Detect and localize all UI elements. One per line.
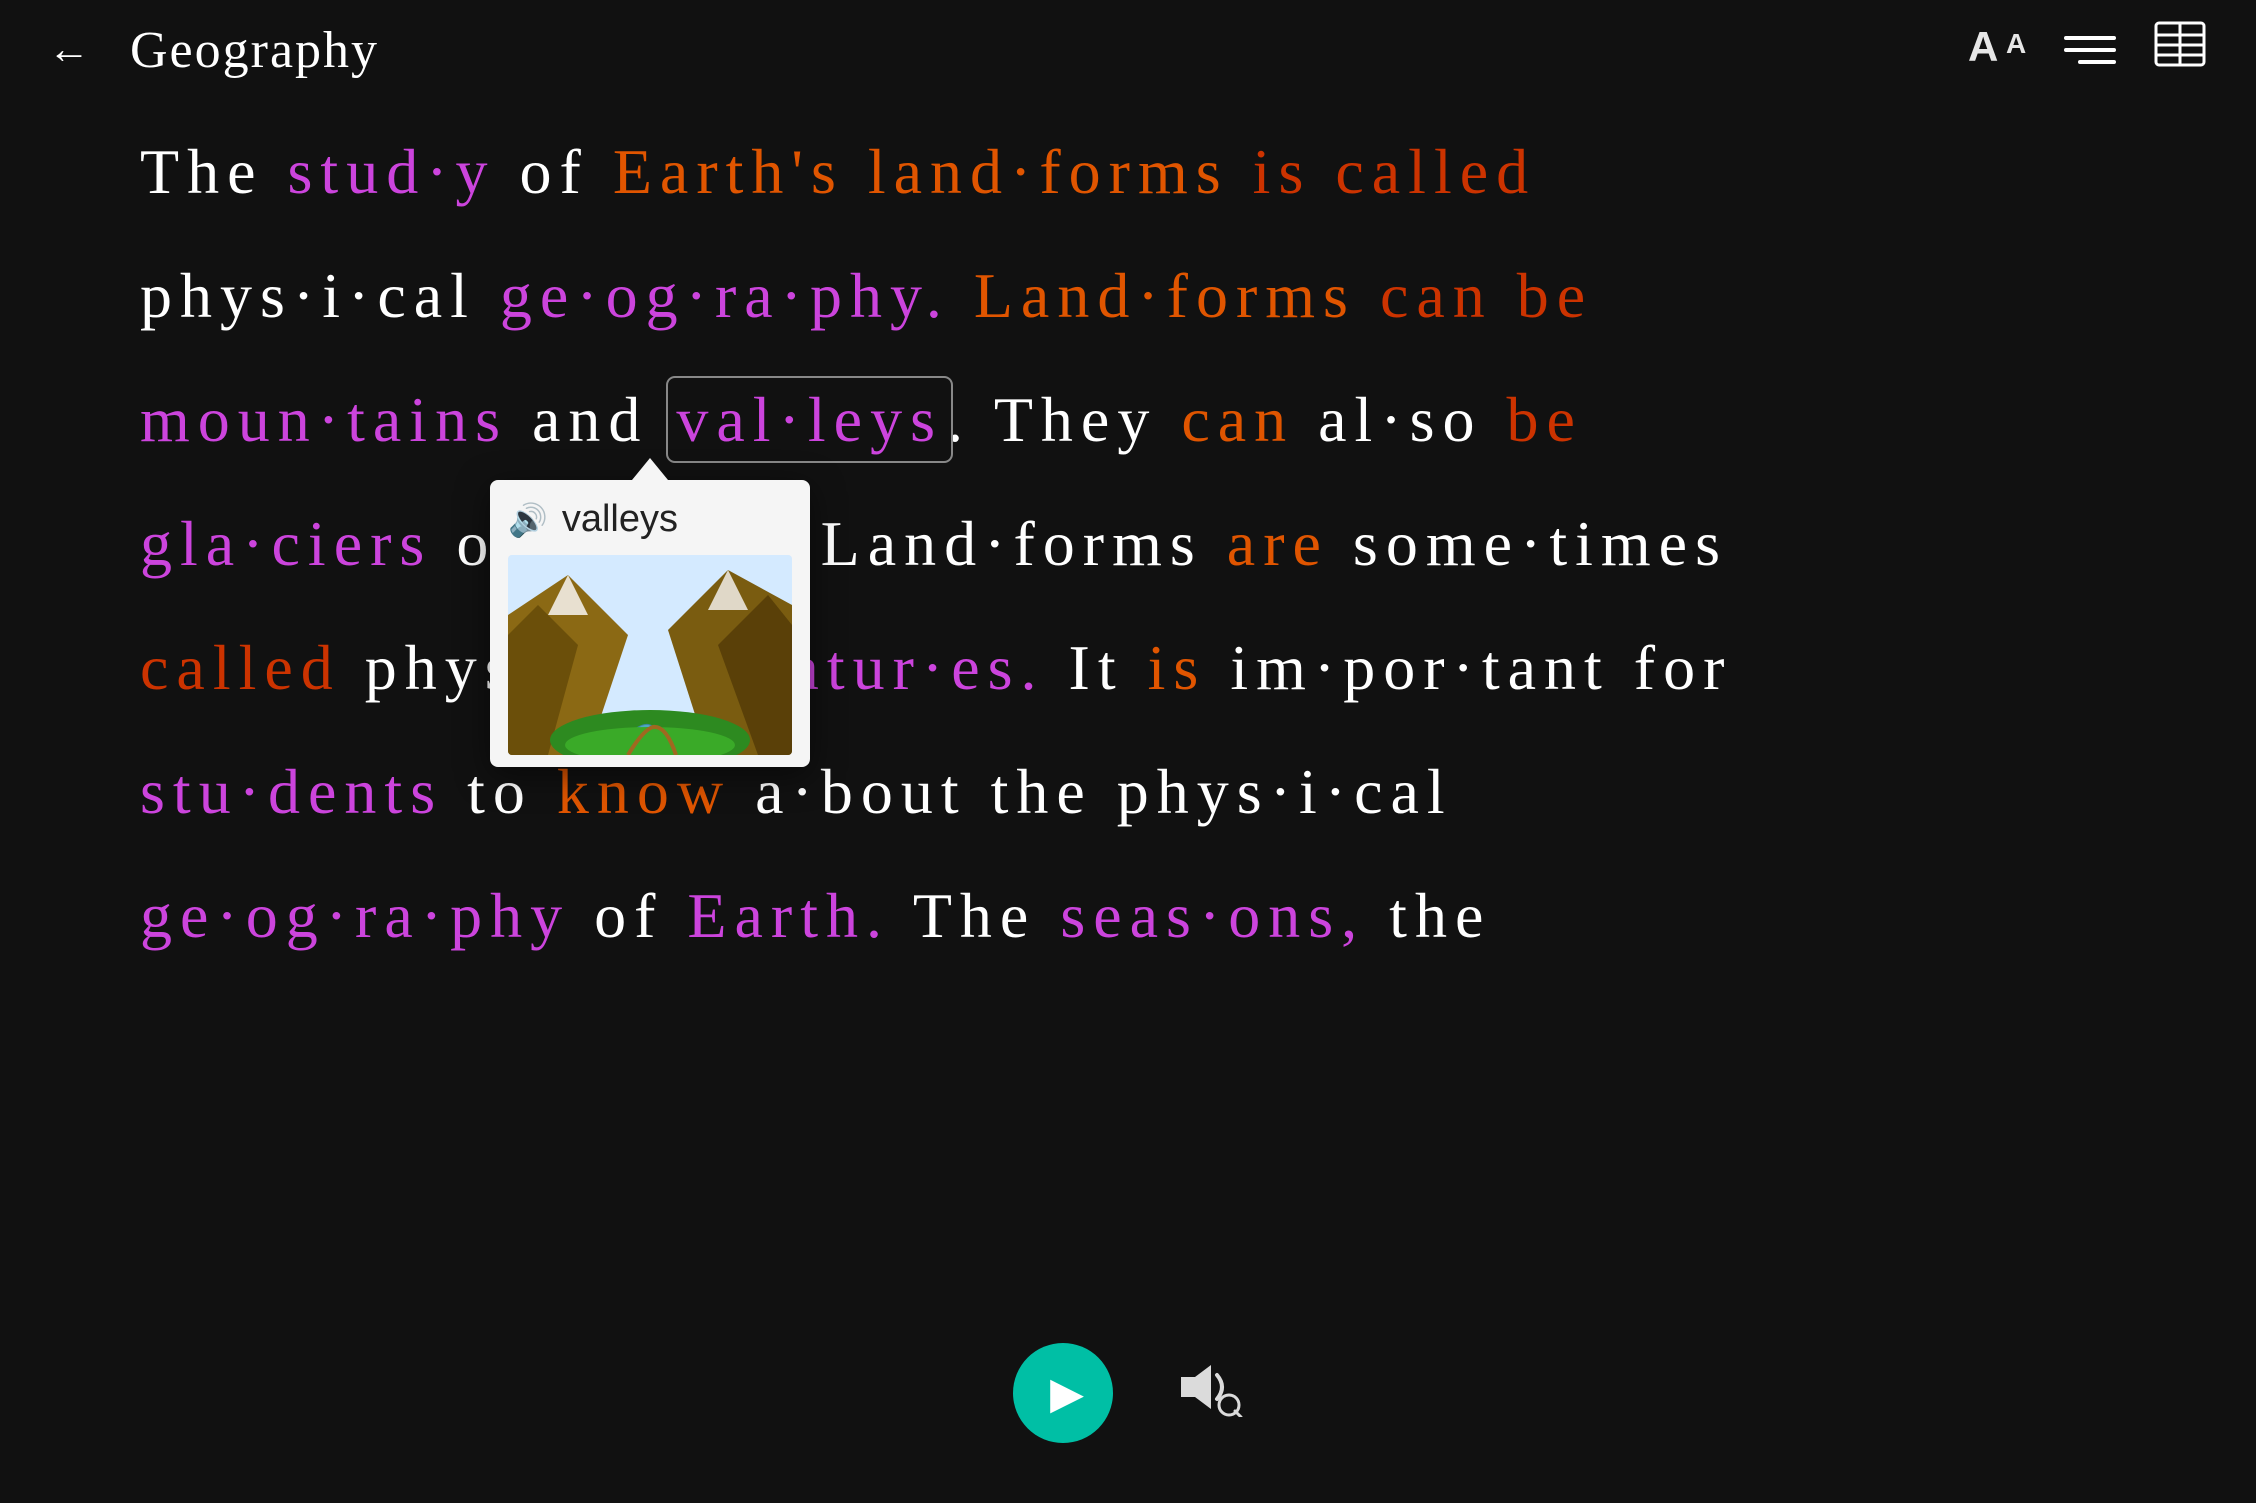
tooltip-popup: 🔊 valleys	[490, 480, 810, 767]
word-the3[interactable]: the	[1365, 880, 1491, 951]
word-it[interactable]: It	[1045, 632, 1148, 703]
text-line-3: moun·tains and val·leys. They can al·so …	[140, 388, 2116, 452]
audio-settings-button[interactable]	[1173, 1357, 1243, 1430]
word-physical[interactable]: phys·i·cal	[140, 260, 500, 331]
word-can-be[interactable]: can be	[1356, 260, 1593, 331]
word-is[interactable]: is	[1148, 632, 1207, 703]
tooltip-word: valleys	[562, 498, 678, 541]
word-also[interactable]: al·so	[1294, 384, 1506, 455]
valley-illustration	[508, 555, 792, 755]
word-the2[interactable]: The	[890, 880, 1060, 951]
word-study[interactable]: stud·y	[288, 136, 496, 207]
word-of2[interactable]: of	[570, 880, 687, 951]
svg-text:A: A	[2006, 28, 2026, 59]
word-valleys[interactable]: val·leys	[672, 382, 947, 457]
word-earth[interactable]: Earth.	[687, 880, 890, 951]
word-important[interactable]: im·por·tant for	[1206, 632, 1732, 703]
tooltip-arrow	[632, 458, 668, 480]
word-students[interactable]: stu·dents	[140, 756, 443, 827]
main-content: The stud·y of Earth's land·forms is call…	[0, 100, 2256, 1048]
word-landforms[interactable]: Land·forms	[950, 260, 1356, 331]
caption-button[interactable]	[2064, 36, 2116, 64]
word-is-called[interactable]: is called	[1229, 136, 1536, 207]
svg-text:A: A	[1968, 23, 1998, 69]
word-sometimes[interactable]: some·times	[1329, 508, 1728, 579]
line-1	[2064, 36, 2116, 40]
word-glaciers[interactable]: gla·ciers	[140, 508, 432, 579]
word-seasons[interactable]: seas·ons,	[1060, 880, 1365, 951]
word-are[interactable]: are	[1227, 508, 1329, 579]
bottom-controls: ▶	[1013, 1343, 1243, 1443]
book-button[interactable]	[2152, 19, 2208, 81]
header: ← Geography A A	[0, 0, 2256, 100]
play-button[interactable]: ▶	[1013, 1343, 1113, 1443]
word-geography[interactable]: ge·og·ra·phy.	[500, 260, 950, 331]
speaker-icon[interactable]: 🔊	[508, 501, 548, 539]
word-and[interactable]: and	[508, 384, 672, 455]
word-earths-landforms[interactable]: Earth's land·forms	[613, 136, 1229, 207]
word-can[interactable]: can	[1181, 384, 1294, 455]
tooltip-header: 🔊 valleys	[508, 498, 792, 541]
word-landforms2[interactable]: Land·forms	[797, 508, 1227, 579]
line-3	[2078, 60, 2116, 64]
word-geography2[interactable]: ge·og·ra·phy	[140, 880, 570, 951]
word-of[interactable]: of	[496, 136, 613, 207]
word-about[interactable]: a·bout the phys·i·cal	[731, 756, 1453, 827]
text-line-5: called phys·i·cal featur·es. It is im·po…	[140, 636, 2116, 700]
word-the[interactable]: The	[140, 136, 288, 207]
tooltip-image	[508, 555, 792, 755]
text-line-2: phys·i·cal ge·og·ra·phy. Land·forms can …	[140, 264, 2116, 328]
font-size-button[interactable]: A A	[1968, 21, 2028, 80]
text-line-4: gla·ciers or riv·ers. Land·forms are som…	[140, 512, 2116, 576]
play-icon: ▶	[1050, 1368, 1084, 1419]
back-button[interactable]: ←	[48, 29, 90, 71]
line-2	[2064, 48, 2116, 52]
text-line-7: ge·og·ra·phy of Earth. The seas·ons, the	[140, 884, 2116, 948]
word-mountains[interactable]: moun·tains	[140, 384, 508, 455]
header-toolbar: A A	[1968, 19, 2208, 81]
word-be[interactable]: be	[1507, 384, 1583, 455]
text-line-1: The stud·y of Earth's land·forms is call…	[140, 140, 2116, 204]
text-line-6: stu·dents to know a·bout the phys·i·cal	[140, 760, 2116, 824]
word-called[interactable]: called	[140, 632, 341, 703]
page-title: Geography	[130, 21, 1968, 80]
speaker-settings-icon	[1173, 1357, 1243, 1417]
word-they[interactable]: . They	[947, 384, 1181, 455]
